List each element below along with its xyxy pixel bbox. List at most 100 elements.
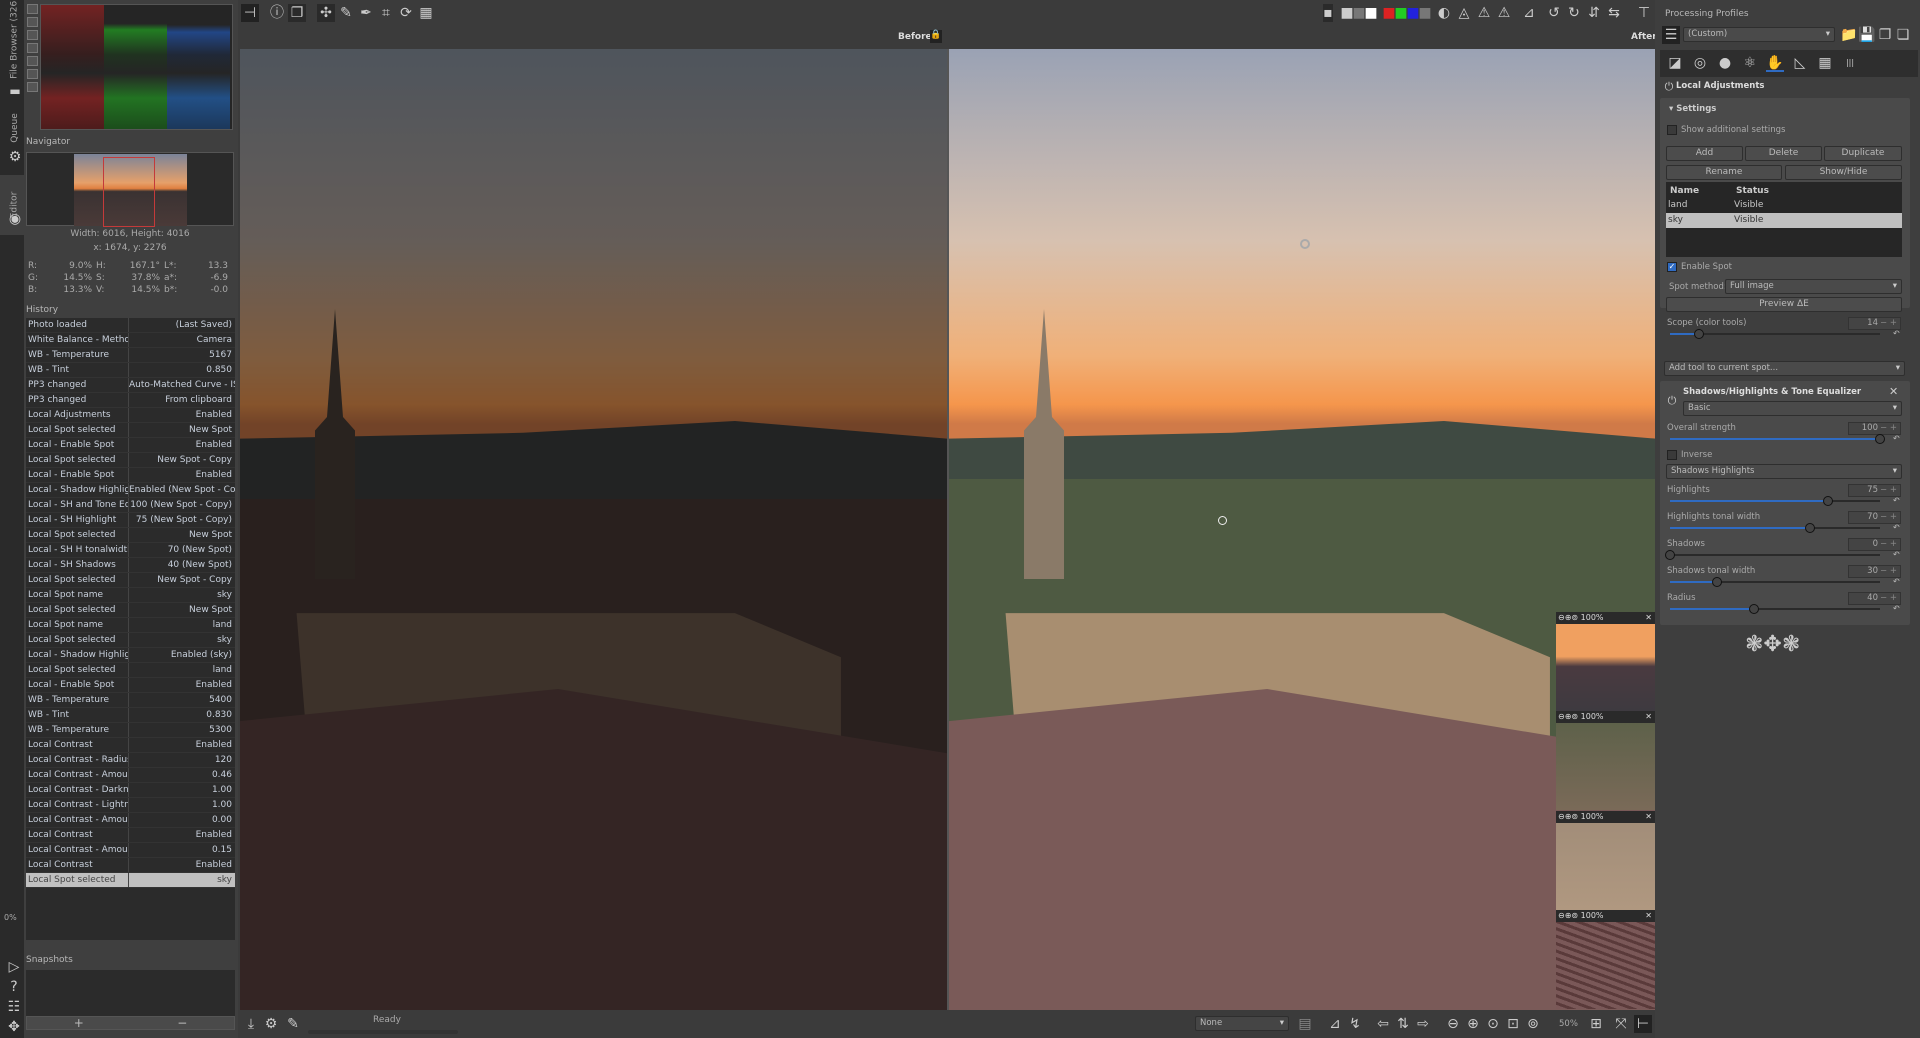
gamut-check-icon[interactable]: ↯	[1346, 1015, 1364, 1033]
duplicate-spot-button[interactable]: Duplicate	[1824, 146, 1902, 161]
detail-window[interactable]: ⊖⊕⊚ 100% ✕	[1556, 612, 1655, 711]
crop-icon[interactable]: ⌗	[377, 4, 395, 22]
slider-knob[interactable]	[1749, 604, 1759, 614]
gamut-icon[interactable]: ◬	[1455, 4, 1473, 22]
history-row[interactable]: PP3 changedAuto-Matched Curve - IS...	[26, 378, 235, 393]
open-profile-icon[interactable]: 📁	[1840, 26, 1858, 44]
history-row[interactable]: Local Contrast - Radius 120	[26, 753, 235, 768]
reset-icon[interactable]: ↶	[1893, 577, 1900, 586]
spin-buttons-icon[interactable]: − +	[1880, 539, 1897, 550]
spin-buttons-icon[interactable]: − +	[1880, 512, 1897, 523]
reset-icon[interactable]: ↶	[1893, 496, 1900, 505]
help-icon[interactable]: ?	[5, 978, 23, 996]
history-row[interactable]: Local - Enable Spot Enabled	[26, 438, 235, 453]
rename-spot-button[interactable]: Rename	[1666, 165, 1782, 180]
hide-left-panel-icon[interactable]: ⊣	[241, 4, 259, 22]
zoom-out-icon[interactable]: ⊖	[1558, 613, 1565, 622]
history-row[interactable]: Local Spot selected sky	[26, 633, 235, 648]
sync-icon[interactable]: ⇅	[1394, 1015, 1412, 1033]
fullscreen-toggle-icon[interactable]: ⤧	[1612, 1015, 1630, 1033]
zoom-100-icon[interactable]: ⊚	[1571, 712, 1580, 721]
history-row[interactable]: Local Spot selected land	[26, 663, 235, 678]
history-row[interactable]: Photo loaded (Last Saved)	[26, 318, 235, 333]
slider-knob[interactable]	[1665, 550, 1675, 560]
slider-knob[interactable]	[1804, 523, 1815, 533]
paste-profile-icon[interactable]: ❏	[1894, 26, 1912, 44]
history-row[interactable]: Local - Enable Spot Enabled	[26, 468, 235, 483]
histogram-grid2-icon[interactable]	[27, 69, 38, 79]
spin-buttons-icon[interactable]: − +	[1880, 593, 1897, 604]
sh-mode-select[interactable]: Basic	[1683, 401, 1902, 416]
preview-bg-toggle-icon[interactable]: ▪	[1323, 4, 1333, 22]
history-row[interactable]: Local Contrast - Amount 0.46	[26, 768, 235, 783]
spot-method-select[interactable]: Full image	[1725, 279, 1902, 294]
zoom-in-icon[interactable]: ⊕	[1464, 1015, 1482, 1033]
slider-track[interactable]	[1670, 604, 1880, 614]
history-list[interactable]: Photo loaded (Last Saved) White Balance - …	[26, 318, 235, 940]
hide-top-panel-icon[interactable]: ⊤	[1635, 4, 1653, 22]
reset-icon[interactable]: ↶	[1893, 329, 1900, 338]
history-row[interactable]: WB - Temperature 5400	[26, 693, 235, 708]
straighten-icon[interactable]: ⟳	[397, 4, 415, 22]
reset-icon[interactable]: ↶	[1893, 523, 1900, 532]
raw-tab-icon[interactable]: ▦	[1816, 54, 1834, 72]
hide-right-panel-icon[interactable]: ⊢	[1634, 1015, 1652, 1033]
local-adjustments-tab-icon[interactable]: ✋	[1766, 54, 1784, 72]
snapshots-list[interactable]	[26, 970, 235, 1016]
transform-tab-icon[interactable]: ◺	[1791, 54, 1809, 72]
soft-proof-icon[interactable]: ⊿	[1520, 4, 1538, 22]
zoom-100-icon[interactable]: ⊚	[1571, 613, 1580, 622]
spot-center-sky[interactable]	[1300, 239, 1310, 249]
history-row[interactable]: Local - SH Shadows 40 (New Spot)	[26, 558, 235, 573]
history-row[interactable]: Local - Enable Spot Enabled	[26, 678, 235, 693]
channel-luminance-icon[interactable]: ■	[1416, 4, 1434, 22]
history-row[interactable]: Local Spot name sky	[26, 588, 235, 603]
reset-icon[interactable]: ↶	[1893, 604, 1900, 613]
history-row[interactable]: Local Contrast Enabled	[26, 738, 235, 753]
before-after-icon[interactable]: ❐	[288, 4, 306, 22]
history-row[interactable]: Local Spot name land	[26, 618, 235, 633]
settings-expander[interactable]: ▾ Settings	[1669, 104, 1716, 114]
flip-horizontal-icon[interactable]: ⇆	[1605, 4, 1623, 22]
preferences-icon[interactable]: ☷	[5, 998, 23, 1016]
spot-row[interactable]: land Visible	[1666, 198, 1902, 213]
rotate-right-icon[interactable]: ↻	[1565, 4, 1583, 22]
history-row[interactable]: Local Contrast - Darkness 1.00	[26, 783, 235, 798]
sh-method-select[interactable]: Shadows Highlights	[1666, 464, 1902, 479]
copy-profile-icon[interactable]: ❐	[1876, 26, 1894, 44]
background-color-select[interactable]: None	[1195, 1016, 1289, 1031]
sh-power-icon[interactable]: ⏻	[1663, 392, 1681, 410]
zoom-out-icon[interactable]: ⊖	[1558, 712, 1565, 721]
previous-image-icon[interactable]: ⇦	[1374, 1015, 1392, 1033]
history-row[interactable]: Local Contrast - Amount 0.15	[26, 843, 235, 858]
profile-select[interactable]: (Custom)	[1683, 27, 1835, 42]
focus-mask-icon[interactable]: ◐	[1435, 4, 1453, 22]
spin-buttons-icon[interactable]: − +	[1880, 318, 1897, 329]
metadata-tab-icon[interactable]: |||	[1841, 54, 1859, 72]
spin-buttons-icon[interactable]: − +	[1880, 485, 1897, 496]
rotate-left-icon[interactable]: ↺	[1545, 4, 1563, 22]
detail-window[interactable]: ⊖⊕⊚ 100% ✕	[1556, 811, 1655, 910]
slider-track[interactable]	[1670, 496, 1880, 506]
histogram-waveform-icon[interactable]	[27, 30, 38, 40]
close-icon[interactable]: ✕	[1889, 385, 1898, 398]
reset-icon[interactable]: ↶	[1893, 434, 1900, 443]
spot-row-selected[interactable]: sky Visible	[1666, 213, 1902, 228]
bg-white-icon[interactable]: ■	[1362, 4, 1380, 22]
preview-de-button[interactable]: Preview ΔE	[1666, 297, 1902, 312]
slider-track[interactable]	[1665, 550, 1880, 560]
spot-table[interactable]: Name Status land Visible sky Visible	[1666, 182, 1902, 257]
flip-vertical-icon[interactable]: ⇵	[1585, 4, 1603, 22]
history-row[interactable]: White Balance - Method Camera	[26, 333, 235, 348]
history-row[interactable]: WB - Tint 0.830	[26, 708, 235, 723]
history-row[interactable]: Local Contrast - Lightness 1.00	[26, 798, 235, 813]
after-image[interactable]	[949, 49, 1656, 1010]
history-row[interactable]: Local Spot selected New Spot - Copy	[26, 573, 235, 588]
external-editor-icon[interactable]: ✎	[284, 1015, 302, 1033]
navigator-viewport-box[interactable]	[103, 157, 155, 227]
slider-knob[interactable]	[1875, 434, 1885, 444]
save-icon[interactable]: ⤓	[242, 1015, 260, 1033]
zoom-fit-icon[interactable]: ⊙	[1484, 1015, 1502, 1033]
queue-icon[interactable]: ⚙	[262, 1015, 280, 1033]
fullscreen-icon[interactable]: ✥	[5, 1018, 23, 1036]
